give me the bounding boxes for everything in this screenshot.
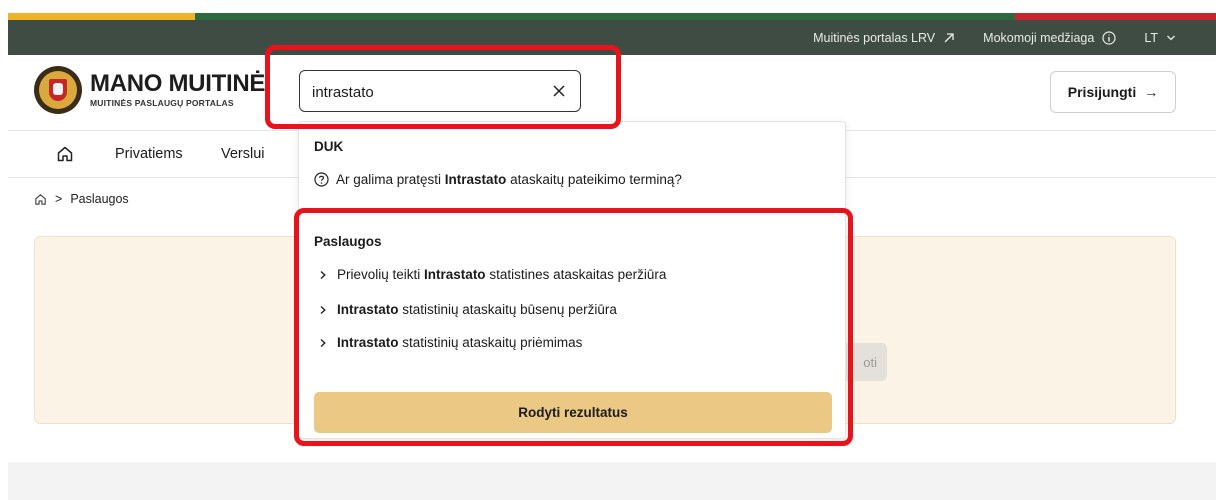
- nav-item-verslui[interactable]: Verslui: [221, 146, 265, 162]
- footer-strip: [8, 462, 1216, 500]
- chevron-right-icon: [320, 338, 326, 347]
- service-suggestion-text: Intrastato statistinių ataskaitų priėmim…: [337, 335, 583, 350]
- materials-link-label: Mokomoji medžiaga: [983, 30, 1095, 45]
- partially-hidden-button-label: oti: [863, 354, 877, 370]
- service-suggestion[interactable]: Intrastato statistinių ataskaitų priėmim…: [319, 335, 582, 350]
- service-suggestion[interactable]: Intrastato statistinių ataskaitų būsenų …: [319, 302, 617, 317]
- search-input[interactable]: [312, 81, 532, 103]
- portal-link-label: Muitinės portalas LRV: [813, 30, 936, 45]
- faq-suggestion-text: Ar galima pratęsti Intrastato ataskaitų …: [336, 172, 682, 187]
- customs-emblem-icon: [34, 66, 82, 114]
- site-header: MANO MUITINĖ MUITINĖS PASLAUGŲ PORTALAS …: [8, 55, 1216, 131]
- search-box: [299, 70, 581, 112]
- service-suggestion-text: Intrastato statistinių ataskaitų būsenų …: [337, 302, 617, 317]
- chevron-right-icon: [320, 305, 326, 314]
- arrow-right-icon: →: [1144, 84, 1159, 100]
- faq-heading: DUK: [314, 139, 344, 154]
- flag-red: [1015, 13, 1216, 20]
- nav-item-privatiems[interactable]: Privatiems: [115, 146, 183, 162]
- language-selector[interactable]: LT: [1144, 31, 1176, 45]
- info-icon: [1102, 30, 1116, 45]
- breadcrumb: > Paslaugos: [34, 192, 129, 206]
- external-arrow-icon: [944, 32, 954, 42]
- logo-subtitle: MUITINĖS PASLAUGŲ PORTALAS: [90, 98, 234, 108]
- materials-link[interactable]: Mokomoji medžiaga: [983, 31, 1116, 45]
- close-icon[interactable]: [552, 84, 566, 98]
- services-heading: Paslaugos: [314, 234, 382, 249]
- portal-link[interactable]: Muitinės portalas LRV: [813, 31, 955, 45]
- breadcrumb-separator: >: [55, 192, 63, 206]
- login-button[interactable]: Prisijungti →: [1050, 71, 1176, 113]
- home-icon[interactable]: [56, 145, 74, 163]
- service-suggestion-text: Prievolių teikti Intrastato statistines …: [337, 267, 667, 282]
- logo[interactable]: MANO MUITINĖ MUITINĖS PASLAUGŲ PORTALAS: [34, 66, 265, 114]
- login-label: Prisijungti: [1067, 84, 1137, 100]
- chevron-right-icon: [320, 270, 326, 279]
- flag-stripe: [8, 13, 1216, 20]
- flag-green: [195, 13, 1015, 20]
- search-suggestions-dropdown: DUK Ar galima pratęsti Intrastato ataska…: [298, 121, 846, 439]
- flag-yellow: [8, 13, 195, 20]
- faq-suggestion[interactable]: Ar galima pratęsti Intrastato ataskaitų …: [314, 172, 682, 187]
- logo-title: MANO MUITINĖ: [90, 70, 266, 97]
- language-label: LT: [1144, 30, 1158, 45]
- service-suggestion[interactable]: Prievolių teikti Intrastato statistines …: [319, 267, 666, 282]
- breadcrumb-current: Paslaugos: [70, 192, 129, 206]
- top-utility-bar: Muitinės portalas LRV Mokomoji medžiaga …: [8, 20, 1216, 55]
- show-results-button[interactable]: Rodyti rezultatus: [314, 392, 832, 433]
- question-circle-icon: [314, 172, 329, 187]
- chevron-down-icon: [1167, 35, 1175, 40]
- home-icon[interactable]: [34, 193, 47, 206]
